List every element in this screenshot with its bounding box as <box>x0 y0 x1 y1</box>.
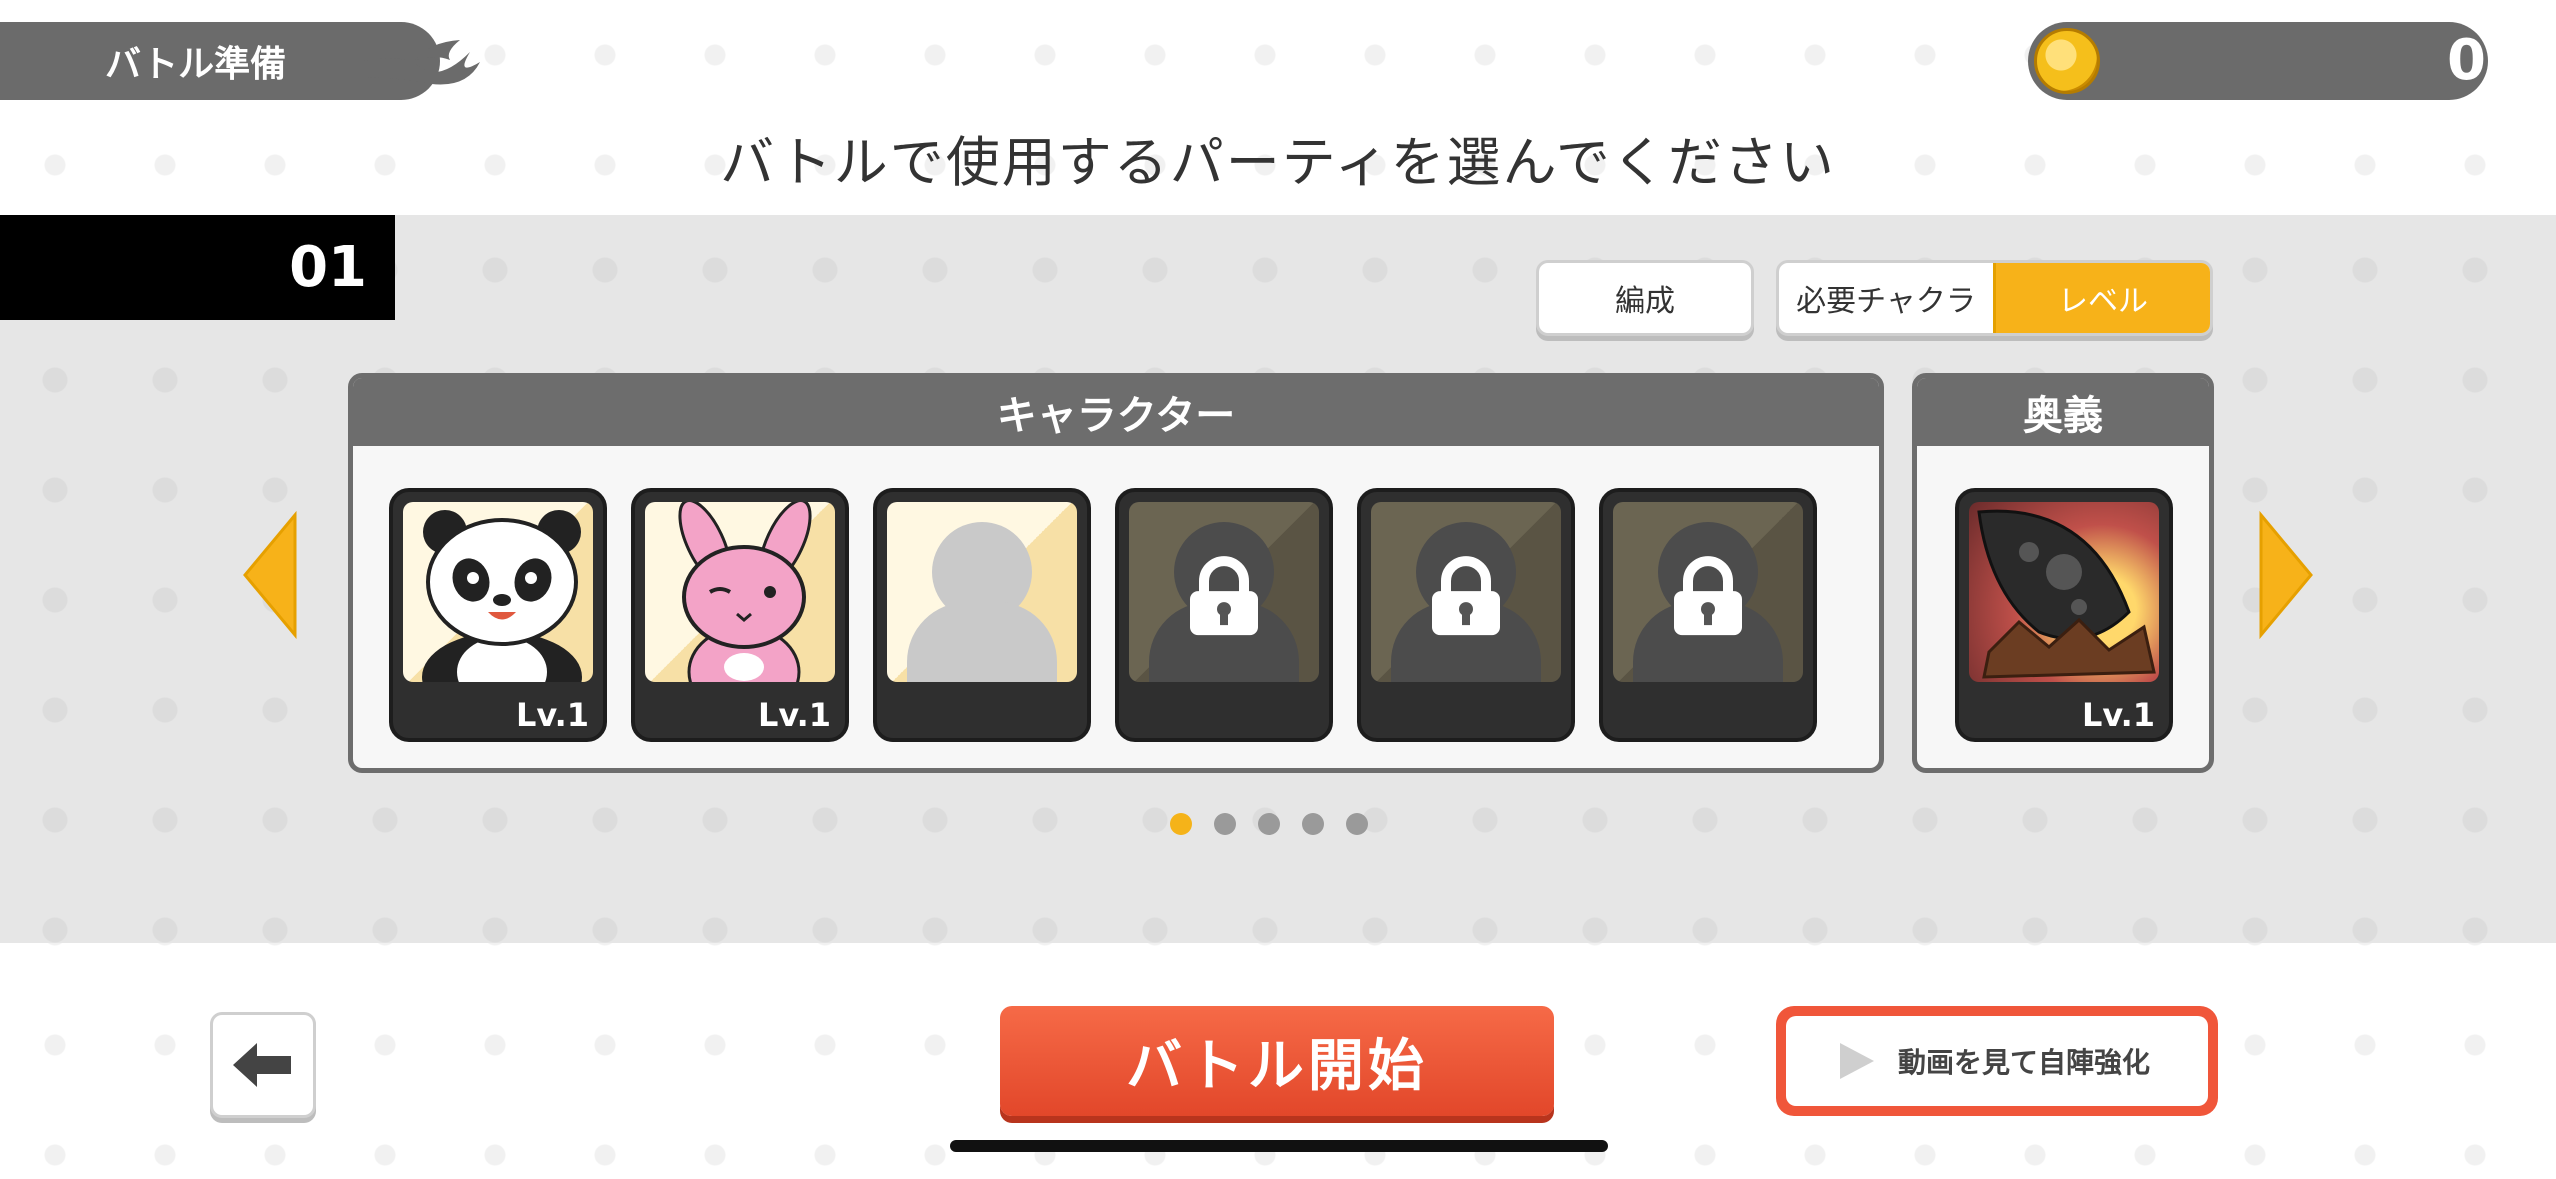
watch-video-boost-button[interactable]: 動画を見て自陣強化 <box>1776 1006 2218 1116</box>
screen-title: バトル準備 <box>105 44 287 85</box>
next-party-arrow-icon[interactable] <box>2256 510 2316 640</box>
party-number: 01 <box>0 215 395 320</box>
silhouette-body <box>907 602 1057 682</box>
ougi-level: Lv.1 <box>2081 696 2155 734</box>
character-level: Lv.1 <box>515 696 589 734</box>
rabbit-icon <box>678 502 812 682</box>
coin-icon <box>2034 28 2100 94</box>
flame-swoosh-icon <box>360 40 480 85</box>
home-indicator[interactable] <box>950 1140 1608 1152</box>
coin-count: 0 <box>2447 28 2486 93</box>
panda-portrait <box>403 502 593 682</box>
lock-icon <box>1190 556 1258 636</box>
character-panel-header: キャラクター <box>353 378 1879 446</box>
edit-party-button[interactable]: 編成 <box>1536 260 1754 336</box>
character-slot-panda[interactable]: Lv.1 <box>389 488 607 742</box>
sort-by-chakra-button[interactable]: 必要チャクラ <box>1779 263 1993 333</box>
locked-slot-portrait <box>1371 502 1561 682</box>
lock-icon <box>1674 556 1742 636</box>
play-icon <box>1840 1043 1874 1079</box>
back-button[interactable] <box>210 1012 316 1118</box>
instruction-text: バトルで使用するパーティを選んでください <box>720 131 1836 194</box>
page-dot[interactable] <box>1214 813 1236 835</box>
meteor-icon <box>1977 509 2156 679</box>
page-dot[interactable] <box>1346 813 1368 835</box>
party-pager <box>1170 812 1390 836</box>
sort-toggle: 必要チャクラ レベル <box>1776 260 2213 336</box>
watch-video-boost-label: 動画を見て自陣強化 <box>1898 1046 2151 1079</box>
character-slot-locked[interactable] <box>1599 488 1817 742</box>
edit-party-label: 編成 <box>1615 284 1675 319</box>
rabbit-portrait <box>645 502 835 682</box>
locked-slot-portrait <box>1129 502 1319 682</box>
previous-party-arrow-icon[interactable] <box>240 510 300 640</box>
character-slot-locked[interactable] <box>1357 488 1575 742</box>
start-battle-label: バトル開始 <box>1126 1033 1428 1099</box>
character-slot-locked[interactable] <box>1115 488 1333 742</box>
ougi-portrait <box>1969 502 2159 682</box>
character-slot-rabbit[interactable]: Lv.1 <box>631 488 849 742</box>
back-arrow-icon <box>233 1043 291 1087</box>
panda-icon <box>422 510 582 682</box>
ougi-panel: 奥義 Lv.1 <box>1912 373 2214 773</box>
start-battle-button[interactable]: バトル開始 <box>1000 1006 1554 1116</box>
character-slot-empty[interactable] <box>873 488 1091 742</box>
page-dot[interactable] <box>1302 813 1324 835</box>
page-dot[interactable] <box>1258 813 1280 835</box>
character-panel: キャラクター Lv.1 Lv.1 <box>348 373 1884 773</box>
lock-icon <box>1432 556 1500 636</box>
empty-slot-portrait <box>887 502 1077 682</box>
party-number-label: 01 <box>289 235 367 300</box>
ougi-panel-header: 奥義 <box>1917 378 2209 446</box>
page-dot[interactable] <box>1170 813 1192 835</box>
watch-video-boost-inner: 動画を見て自陣強化 <box>1786 1016 2208 1106</box>
character-level: Lv.1 <box>757 696 831 734</box>
ougi-slot[interactable]: Lv.1 <box>1955 488 2173 742</box>
sort-by-level-button[interactable]: レベル <box>1993 263 2210 333</box>
locked-slot-portrait <box>1613 502 1803 682</box>
